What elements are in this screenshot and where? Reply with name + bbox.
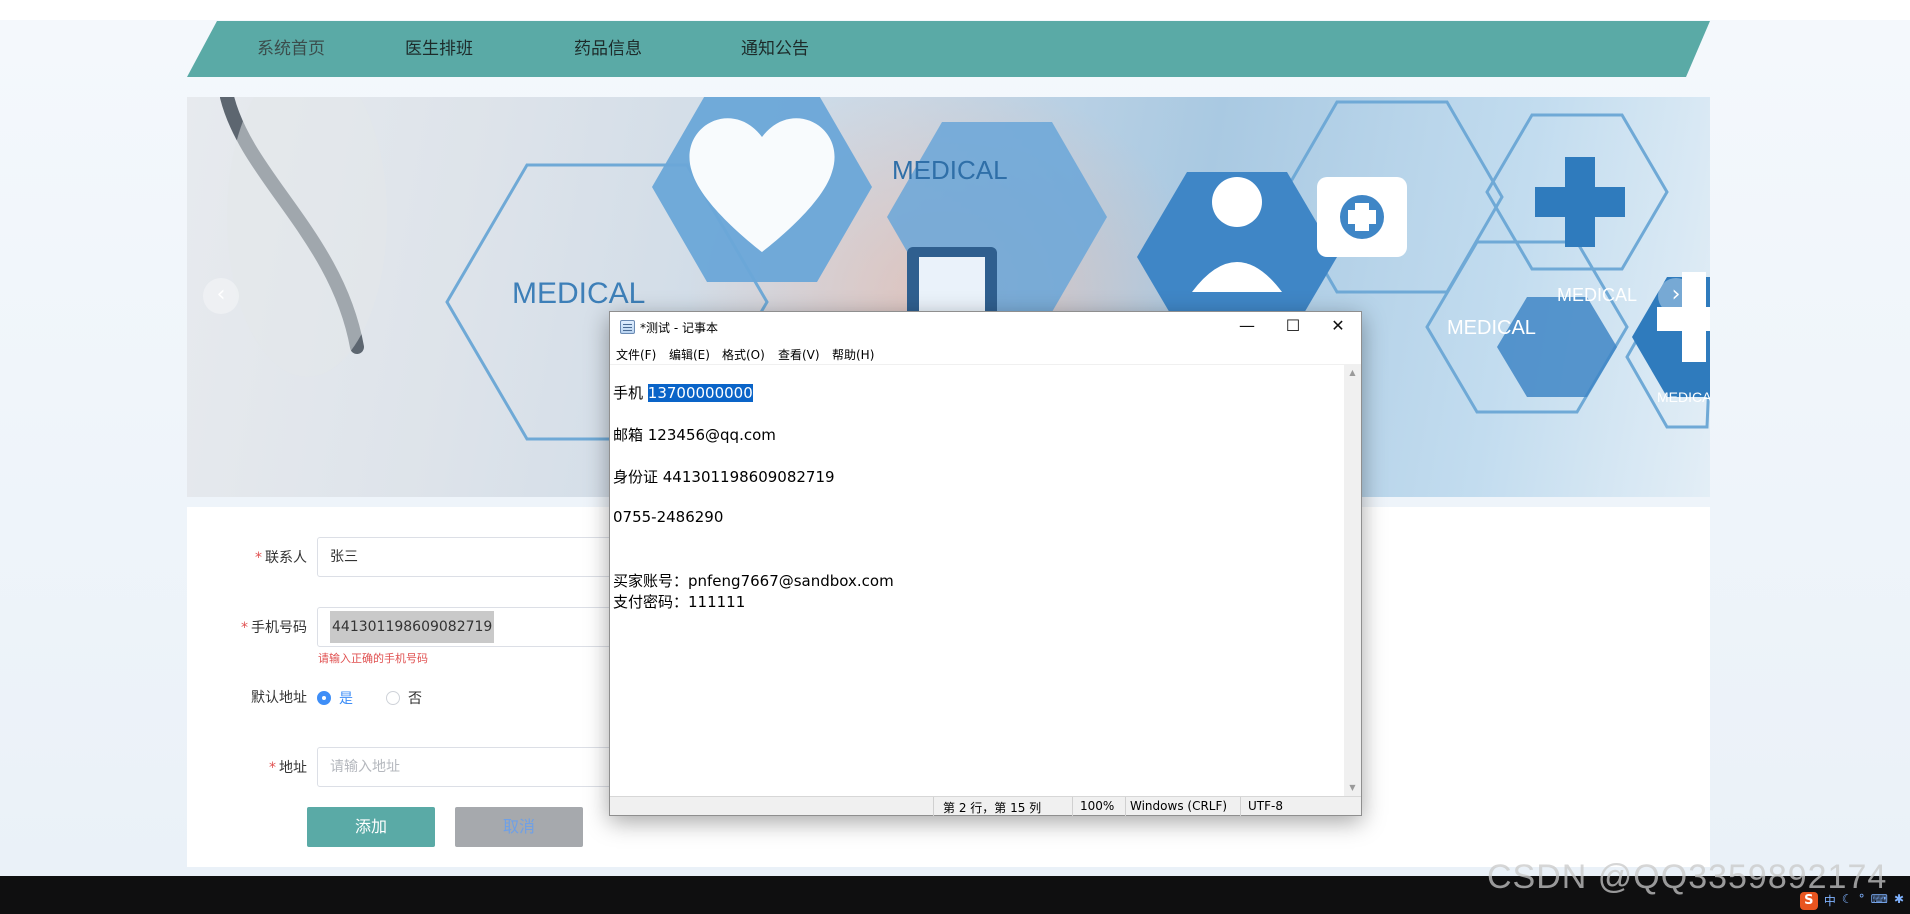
text-line: 0755-2486290 [613,508,724,526]
text-line: 买家账号：pnfeng7667@sandbox.com [613,572,894,590]
contact-label: * 联系人 [255,550,307,566]
status-line-ending: Windows (CRLF) [1130,799,1228,813]
status-position: 第 2 行，第 15 列 [943,801,1042,815]
nav-item-notices[interactable]: 通知公告 [741,21,809,77]
notepad-text-area[interactable]: 手机 13700000000 邮箱 123456@qq.com 身份证 4413… [610,364,1361,787]
text-line: 支付密码：111111 [613,593,746,611]
nav-item-home[interactable]: 系统首页 [257,21,325,77]
cancel-button[interactable]: 取消 [455,807,583,847]
banner-word: MEDICAL [1447,317,1536,339]
banner-word: MEDICAL [1657,389,1710,405]
add-button[interactable]: 添加 [307,807,435,847]
default-no-radio[interactable]: 否 [386,688,422,708]
banner-word: MEDICAL [1557,285,1638,305]
notepad-scrollbar[interactable]: ▲ ▼ [1344,364,1361,796]
banner-prev-button[interactable]: ‹ [203,278,239,314]
nav-item-doctor-schedule[interactable]: 医生排班 [405,21,473,77]
punctuation-icon[interactable]: ° [1859,892,1865,910]
notepad-icon [620,320,635,334]
text-line: 手机 13700000000 [613,384,753,402]
default-yes-radio[interactable]: 是 [317,688,353,708]
menu-file[interactable]: 文件(F) [616,346,656,363]
top-strip [0,0,1910,20]
menu-edit[interactable]: 编辑(E) [669,346,710,363]
phone-label: * 手机号码 [241,620,307,636]
system-tray: S 中 ☾ ° ⌨ ✱ [1799,892,1904,910]
banner-next-button[interactable]: › [1658,278,1694,314]
text-line: 身份证 441301198609082719 [613,468,835,486]
phone-input-value: 441301198609082719 [330,611,495,643]
maximize-button[interactable]: ☐ [1270,312,1316,342]
menu-help[interactable]: 帮助(H) [832,346,874,363]
status-encoding: UTF-8 [1248,799,1283,813]
notepad-statusbar: 第 2 行，第 15 列 100% Windows (CRLF) UTF-8 [610,796,1361,816]
selected-text: 13700000000 [647,384,753,402]
notepad-window[interactable]: *测试 - 记事本 — ☐ ✕ 文件(F) 编辑(E) 格式(O) 查看(V) … [609,311,1362,816]
status-zoom: 100% [1080,799,1115,813]
minimize-button[interactable]: — [1224,312,1270,342]
default-address-group: 是 否 [317,688,617,708]
notepad-titlebar[interactable]: *测试 - 记事本 — ☐ ✕ [610,312,1361,342]
address-label: * 地址 [269,760,307,776]
keyboard-icon[interactable]: ⌨ [1871,892,1888,910]
close-button[interactable]: ✕ [1315,312,1361,342]
menu-view[interactable]: 查看(V) [778,346,820,363]
banner-word: MEDICAL [892,155,1008,185]
notepad-menubar: 文件(F) 编辑(E) 格式(O) 查看(V) 帮助(H) [610,342,1361,364]
text-line: 邮箱 123456@qq.com [613,426,776,444]
scroll-down-icon[interactable]: ▼ [1344,779,1361,796]
banner-word: MEDICAL [512,277,646,310]
default-address-label: 默认地址 [251,690,307,706]
main-nav: 系统首页 医生排班 药品信息 通知公告 [187,21,1710,77]
nav-item-medicine-info[interactable]: 药品信息 [574,21,642,77]
tool-icon[interactable]: ✱ [1894,892,1904,910]
menu-format[interactable]: 格式(O) [722,346,765,363]
ime-logo-icon[interactable]: S [1799,892,1818,910]
notepad-title: *测试 - 记事本 [640,321,718,335]
phone-error: 请输入正确的手机号码 [318,652,428,665]
ime-mode[interactable]: 中 [1824,892,1836,910]
moon-icon[interactable]: ☾ [1842,892,1853,910]
scroll-up-icon[interactable]: ▲ [1344,364,1361,381]
